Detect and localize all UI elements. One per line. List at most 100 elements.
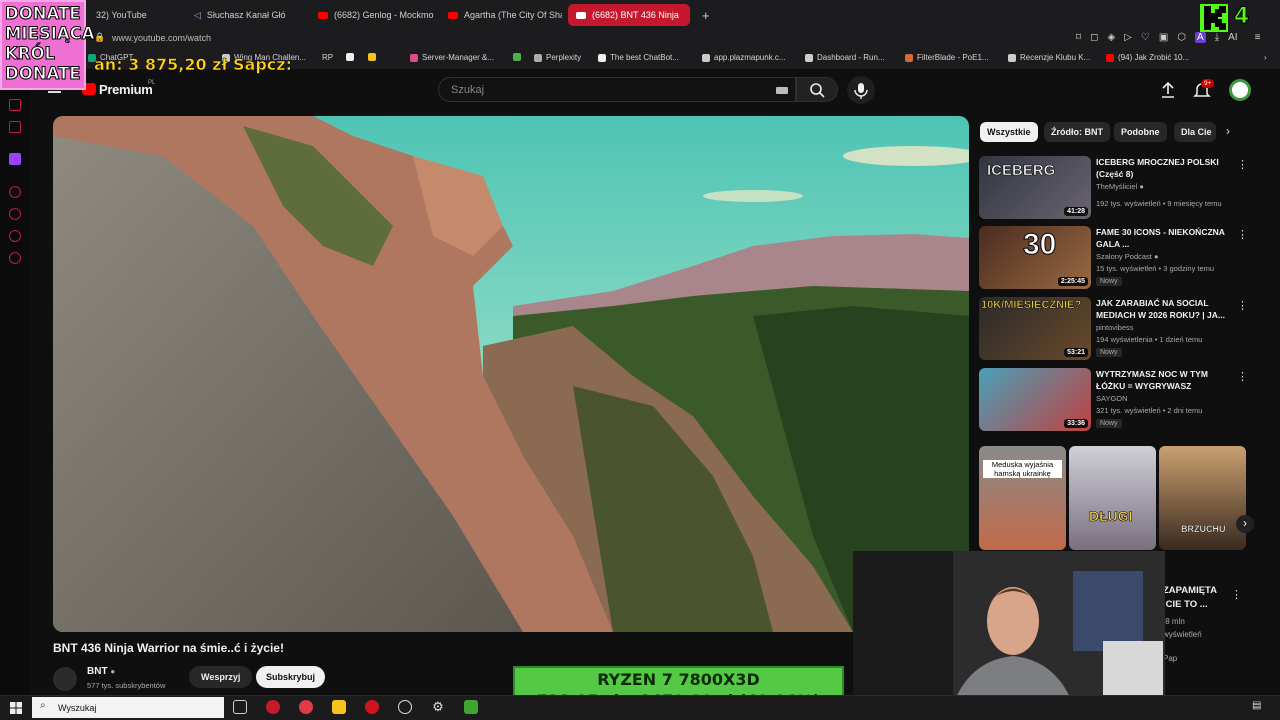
browser-tab-active[interactable]: (6682) BNT 436 Ninja bbox=[568, 4, 690, 26]
history-icon[interactable] bbox=[9, 230, 21, 242]
channel-avatar[interactable] bbox=[53, 667, 77, 691]
bookmark-item[interactable] bbox=[513, 53, 521, 61]
recommendation-item[interactable]: 33:36 WYTRZYMASZ NOC W TYM ŁÓŻKU = WYGRY… bbox=[979, 368, 1249, 438]
youtube-logo-text[interactable]: Premium bbox=[99, 82, 153, 97]
opera-gx-icon[interactable] bbox=[266, 700, 280, 714]
rail-icon[interactable] bbox=[9, 121, 21, 133]
channel-name[interactable]: TheMyśliciel ● bbox=[1096, 182, 1144, 191]
app-icon[interactable] bbox=[365, 700, 379, 714]
bookmark-label: Perplexity bbox=[546, 53, 582, 62]
bookmark-item[interactable]: The best ChatBot... bbox=[598, 53, 679, 62]
task-view-icon[interactable] bbox=[233, 700, 247, 714]
puzzle-icon[interactable]: ⬡ bbox=[1177, 32, 1186, 43]
settings-gear-icon[interactable]: ⚙ bbox=[431, 700, 445, 714]
search-button[interactable] bbox=[796, 77, 838, 102]
bookmarks-overflow-icon[interactable]: › bbox=[1264, 53, 1267, 62]
shorts-next-icon[interactable]: › bbox=[1236, 515, 1254, 533]
recommendation-item[interactable]: 10K/MIESIĘCZNIE? 53:21 JAK ZARABIAĆ NA S… bbox=[979, 297, 1249, 367]
video-thumbnail[interactable]: ICEBERG 41:28 bbox=[979, 156, 1091, 219]
recommendation-title[interactable]: JAK ZARABIAĆ NA SOCIAL MEDIACH W 2026 RO… bbox=[1096, 297, 1234, 321]
verified-icon: ● bbox=[1153, 252, 1159, 261]
more-options-icon[interactable]: ⋮ bbox=[1237, 299, 1248, 312]
browser-tab[interactable]: 32) YouTube bbox=[88, 4, 184, 26]
opera-icon[interactable] bbox=[299, 700, 313, 714]
box-icon[interactable]: ▣ bbox=[1159, 32, 1168, 43]
video-frame bbox=[53, 116, 969, 632]
browser-tab[interactable]: ◁ Słuchasz Kanał Głó bbox=[186, 4, 304, 26]
profile-icon[interactable]: A bbox=[1195, 32, 1206, 43]
upload-button[interactable] bbox=[1160, 81, 1176, 104]
app-icon[interactable] bbox=[464, 700, 478, 714]
video-player[interactable] bbox=[53, 116, 969, 632]
more-options-icon[interactable]: ⋮ bbox=[1237, 370, 1248, 383]
more-options-icon[interactable]: ⋮ bbox=[1237, 228, 1248, 241]
avatar[interactable] bbox=[1229, 79, 1251, 101]
recommendation-title[interactable]: FAME 30 ICONS - NIEKOŃCZNA GALA ... bbox=[1096, 226, 1234, 250]
chip-for-you[interactable]: Dla Cie bbox=[1174, 122, 1216, 142]
support-button[interactable]: Wesprzyj bbox=[189, 666, 253, 688]
new-tab-button[interactable]: + bbox=[694, 4, 714, 26]
file-explorer-icon[interactable] bbox=[332, 700, 346, 714]
rail-icon[interactable] bbox=[9, 186, 21, 198]
menu-icon[interactable]: ≡ bbox=[1255, 32, 1261, 43]
chip-similar[interactable]: Podobne bbox=[1114, 122, 1167, 142]
recommendation-title[interactable]: ICEBERG MROCZNEJ POLSKI (Część 8) bbox=[1096, 156, 1234, 180]
bookmark-item[interactable] bbox=[368, 53, 376, 61]
recommendation-title[interactable]: WYTRZYMASZ NOC W TYM ŁÓŻKU = WYGRYWASZ bbox=[1096, 368, 1234, 392]
channel-name[interactable]: BNT ● bbox=[87, 666, 115, 677]
channel-name[interactable]: SAYGON bbox=[1096, 394, 1128, 403]
keyboard-icon[interactable] bbox=[776, 87, 788, 94]
screenshot-icon[interactable]: ◻ bbox=[1090, 32, 1098, 43]
bookmark-item[interactable]: Dashboard - Run... bbox=[805, 53, 885, 62]
partial-recommendation[interactable]: ZAPAMIĘTA ICIE TO ... bbox=[1163, 584, 1217, 612]
settings-icon[interactable] bbox=[9, 252, 21, 264]
channel-name[interactable]: pintovibess bbox=[1096, 323, 1134, 332]
recommendation-item[interactable]: 30 2:25:45 FAME 30 ICONS - NIEKOŃCZNA GA… bbox=[979, 226, 1249, 296]
duration-badge: 53:21 bbox=[1064, 348, 1088, 357]
video-thumbnail[interactable]: 10K/MIESIĘCZNIE? 53:21 bbox=[979, 297, 1091, 360]
download-icon[interactable]: ⤓ bbox=[1215, 32, 1219, 43]
voice-search-button[interactable] bbox=[847, 76, 875, 104]
short-item[interactable]: Meduska wyjaśnia hamską ukrainkę bbox=[979, 446, 1066, 550]
ai-label[interactable]: AI bbox=[1228, 32, 1237, 43]
bookmark-item[interactable]: RP bbox=[322, 53, 333, 62]
bookmark-icon[interactable]: ⌑ bbox=[1076, 32, 1081, 43]
windows-start-icon[interactable] bbox=[10, 701, 22, 714]
chip-all[interactable]: Wszystkie bbox=[980, 122, 1038, 142]
channel-name[interactable]: Szalony Podcast ● bbox=[1096, 252, 1159, 261]
video-thumbnail[interactable]: 33:36 bbox=[979, 368, 1091, 431]
bookmark-item[interactable]: Server-Manager &... bbox=[410, 53, 494, 62]
twitch-icon[interactable] bbox=[9, 153, 21, 165]
video-thumbnail[interactable]: 30 2:25:45 bbox=[979, 226, 1091, 289]
bookmark-item[interactable]: FilterBlade - PoE1... bbox=[905, 53, 989, 62]
chip-source[interactable]: Źródło: BNT bbox=[1044, 122, 1110, 142]
url-text[interactable]: www.youtube.com/watch bbox=[112, 33, 211, 43]
clock-icon[interactable] bbox=[9, 208, 21, 220]
subscribe-button[interactable]: Subskrybuj bbox=[256, 666, 326, 688]
youtube-icon bbox=[576, 11, 586, 19]
heart-icon[interactable]: ♡ bbox=[1141, 32, 1150, 43]
new-badge: Nowy bbox=[1096, 277, 1122, 286]
browser-toolbar-icons: ⌑ ◻ ◈ ▷ ♡ ▣ ⬡ A ⤓ AI ≡ bbox=[1076, 32, 1260, 43]
notification-center-icon[interactable]: ▤ bbox=[1252, 700, 1261, 711]
taskbar-search-input[interactable]: Wyszukaj bbox=[32, 697, 224, 718]
app-icon[interactable] bbox=[398, 700, 412, 714]
bookmark-item[interactable]: app.plazmapunk.c... bbox=[702, 53, 786, 62]
more-options-icon[interactable]: ⋮ bbox=[1237, 158, 1248, 171]
short-item[interactable]: BRZUCHU bbox=[1159, 446, 1246, 550]
short-item[interactable]: DŁUGI bbox=[1069, 446, 1156, 550]
browser-tab[interactable]: (6682) Genlog - Mockmo bbox=[310, 4, 434, 26]
extension-icon[interactable]: ◈ bbox=[1107, 32, 1115, 43]
play-icon[interactable]: ▷ bbox=[1124, 32, 1132, 43]
address-bar: 🔒 www.youtube.com/watch ⌑ ◻ ◈ ▷ ♡ ▣ ⬡ A … bbox=[0, 29, 1280, 48]
bookmark-item[interactable]: (94) Jak Zrobić 10... bbox=[1106, 53, 1189, 62]
bookmark-item[interactable]: Perplexity bbox=[534, 53, 581, 62]
bookmark-item[interactable]: Recenzje Klubu K... bbox=[1008, 53, 1090, 62]
search-input[interactable]: Szukaj bbox=[438, 77, 796, 102]
recommendation-item[interactable]: ICEBERG 41:28 ICEBERG MROCZNEJ POLSKI (C… bbox=[979, 156, 1249, 226]
rail-icon[interactable] bbox=[9, 99, 21, 111]
chevron-right-icon[interactable]: › bbox=[1226, 124, 1230, 138]
browser-tab[interactable]: Agartha (The City Of Sha bbox=[440, 4, 562, 26]
bookmark-item[interactable] bbox=[346, 53, 354, 61]
more-options-icon[interactable]: ⋮ bbox=[1231, 588, 1242, 601]
